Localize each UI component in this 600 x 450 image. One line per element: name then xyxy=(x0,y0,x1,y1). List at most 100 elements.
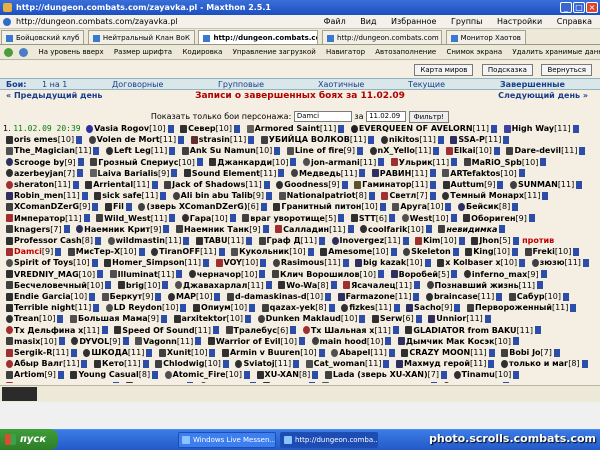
fighter-name[interactable]: Аруга xyxy=(400,202,427,211)
fighter-name[interactable]: Lada (зверь XU-XAN) xyxy=(333,370,428,379)
info-icon[interactable] xyxy=(512,202,519,211)
toolbar-downloads[interactable]: Управление загрузкой xyxy=(233,48,316,56)
info-icon[interactable] xyxy=(178,135,185,144)
info-icon[interactable] xyxy=(518,169,525,178)
clan-icon[interactable] xyxy=(209,158,217,167)
fighter-name[interactable]: Dunken Maklaud xyxy=(266,314,341,323)
info-icon[interactable] xyxy=(454,303,461,312)
info-icon[interactable] xyxy=(573,247,580,256)
fighter-name[interactable]: Deemer xyxy=(134,382,169,383)
info-icon[interactable] xyxy=(378,270,385,279)
info-icon[interactable] xyxy=(572,124,579,133)
clan-icon[interactable] xyxy=(442,169,450,178)
info-icon[interactable] xyxy=(57,314,64,323)
nav-current[interactable]: Текущие xyxy=(408,79,445,90)
fighter-name[interactable]: Cat_woman xyxy=(314,359,365,368)
fighter-name[interactable]: Farmazone xyxy=(346,292,395,301)
clan-icon[interactable] xyxy=(227,292,235,301)
fighter-name[interactable]: МисТер-X xyxy=(76,247,120,256)
clan-icon[interactable] xyxy=(369,146,377,155)
fighter-name[interactable]: Arriental xyxy=(93,180,133,189)
clan-icon[interactable] xyxy=(151,247,159,256)
clan-icon[interactable] xyxy=(302,326,310,335)
info-icon[interactable] xyxy=(265,281,272,290)
info-icon[interactable] xyxy=(488,348,495,357)
info-icon[interactable] xyxy=(245,236,252,245)
fighter-name[interactable]: nikitos xyxy=(389,135,420,144)
info-icon[interactable] xyxy=(266,191,273,200)
info-icon[interactable] xyxy=(214,292,221,301)
fighter-name[interactable]: Тх Шальная х xyxy=(311,326,375,335)
fighter-name[interactable]: Auttum xyxy=(451,180,485,189)
clan-icon[interactable] xyxy=(290,169,298,178)
fighter-name[interactable]: Illuminat xyxy=(118,270,158,279)
clan-icon[interactable] xyxy=(188,270,196,279)
fighter-name[interactable]: Граф Д xyxy=(267,236,301,245)
prev-day-link[interactable]: « Предыдущий день xyxy=(6,90,102,102)
info-icon[interactable] xyxy=(262,225,269,234)
close-button[interactable]: × xyxy=(586,2,598,13)
clan-icon[interactable] xyxy=(278,281,286,290)
clan-icon[interactable] xyxy=(371,169,379,178)
fighter-name[interactable]: XComanDZerG xyxy=(14,202,79,211)
fighter-name[interactable]: Sacho xyxy=(414,303,441,312)
clan-icon[interactable] xyxy=(396,359,404,368)
fighter-name[interactable]: Грозный Спериус xyxy=(98,158,178,167)
info-icon[interactable] xyxy=(57,370,64,379)
nav-chaotic[interactable]: Хаотичные xyxy=(318,79,364,90)
fighter-name[interactable]: Unnior xyxy=(436,314,466,323)
clan-icon[interactable] xyxy=(272,270,279,279)
clan-icon[interactable] xyxy=(531,258,539,267)
fighter-name[interactable]: Volen de Mort xyxy=(97,135,160,144)
info-icon[interactable] xyxy=(451,270,458,279)
tab-dungeon-active[interactable]: http://dungeon.combats.co xyxy=(198,30,319,44)
clan-icon[interactable] xyxy=(164,370,172,379)
info-icon[interactable] xyxy=(83,214,90,223)
fighter-name[interactable]: arxitektor xyxy=(182,314,227,323)
fighter-name[interactable]: ARTefaktos xyxy=(450,169,500,178)
date-input[interactable]: 11.02.09 xyxy=(366,111,407,122)
info-icon[interactable] xyxy=(540,158,547,167)
info-icon[interactable] xyxy=(278,169,285,178)
info-icon[interactable] xyxy=(290,158,297,167)
toolbar-encoding[interactable]: Кодировка xyxy=(182,48,222,56)
fighter-name[interactable]: strasin xyxy=(199,135,230,144)
fighter-name[interactable]: big kazak xyxy=(363,258,406,267)
fighter-name[interactable]: Endie Garcia xyxy=(14,292,71,301)
character-input[interactable]: Damci xyxy=(293,111,352,122)
info-icon[interactable] xyxy=(513,370,520,379)
info-icon[interactable] xyxy=(180,303,187,312)
info-icon[interactable] xyxy=(312,370,319,379)
fighter-name[interactable]: Spirit of Toys xyxy=(14,258,73,267)
fighter-name[interactable]: Темный Монарх xyxy=(450,191,524,200)
return-button[interactable]: Вернуться xyxy=(541,64,592,76)
info-icon[interactable] xyxy=(582,258,589,267)
fighter-name[interactable]: SUNMAN xyxy=(518,180,558,189)
info-icon[interactable] xyxy=(497,180,504,189)
clan-icon[interactable] xyxy=(350,124,358,133)
hint-button[interactable]: Подсказка xyxy=(481,64,533,76)
fighter-name[interactable]: Обориген xyxy=(471,214,515,223)
clan-icon[interactable] xyxy=(6,370,13,379)
fighter-name[interactable]: TABU xyxy=(204,236,228,245)
clan-icon[interactable] xyxy=(193,303,201,312)
clan-icon[interactable] xyxy=(397,337,405,346)
clan-icon[interactable] xyxy=(467,303,475,312)
info-icon[interactable] xyxy=(169,214,176,223)
info-icon[interactable] xyxy=(413,292,420,301)
clan-icon[interactable] xyxy=(406,303,414,312)
fighter-name[interactable]: Robin_men xyxy=(14,191,63,200)
clan-icon[interactable] xyxy=(443,382,451,383)
clan-icon[interactable] xyxy=(286,146,294,155)
clan-icon[interactable] xyxy=(6,258,13,267)
clan-icon[interactable] xyxy=(174,281,182,290)
clan-icon[interactable] xyxy=(6,326,13,335)
info-icon[interactable] xyxy=(368,135,375,144)
tab-fight-club[interactable]: Бойцовский клуб xyxy=(1,30,85,44)
clan-icon[interactable] xyxy=(321,382,329,383)
clan-icon[interactable] xyxy=(442,191,450,200)
fighter-name[interactable]: Artiom xyxy=(14,370,45,379)
clan-icon[interactable] xyxy=(76,225,84,234)
info-icon[interactable] xyxy=(499,225,506,234)
clan-icon[interactable] xyxy=(199,382,207,383)
